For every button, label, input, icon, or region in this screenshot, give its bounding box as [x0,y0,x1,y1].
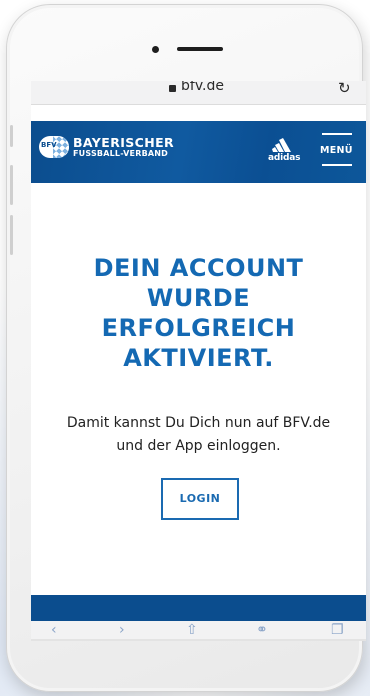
back-icon[interactable]: ‹ [51,623,57,637]
headline-line: ERFOLGREICH [101,314,296,342]
logo-badge-text: BFV [41,141,57,149]
front-camera [152,46,159,53]
logo-subtitle[interactable]: FUSSBALL-VERBAND [73,149,168,158]
menu-label: MENÜ [320,145,353,156]
adidas-stripes-icon [272,138,291,152]
tabs-icon[interactable]: ❐ [331,623,344,637]
forward-icon[interactable]: › [119,623,125,637]
reload-icon[interactable]: ↻ [338,81,351,97]
bfv-logo-icon[interactable]: BFV [39,136,69,158]
browser-toolbar: ‹ › ⇧ ⚭ ❐ [31,621,366,639]
volume-up-button [10,165,13,205]
phone-screen: bfv.de ↻ BFV BAYERISCHER FUSSBALL-VERBAN… [31,81,366,621]
address-url[interactable]: bfv.de [181,81,224,94]
screen-bottom-edge [31,639,366,641]
login-button[interactable]: LOGIN [161,478,239,520]
menu-top-line [322,133,352,135]
activation-info-text: Damit kannst Du Dich nun auf BFV.de und … [31,412,366,458]
mute-switch [10,125,13,147]
menu-button[interactable]: MENÜ [319,131,355,171]
logo-title[interactable]: BAYERISCHER [73,135,174,150]
volume-down-button [10,215,13,255]
adidas-logo: adidas [268,137,301,167]
activation-headline: DEIN ACCOUNT WURDE ERFOLGREICH AKTIVIERT… [31,253,366,373]
headline-line: AKTIVIERT. [123,344,274,372]
headline-line: WURDE [146,284,251,312]
info-line: Damit kannst Du Dich nun auf BFV.de [66,415,331,431]
earpiece-speaker [177,47,223,51]
site-header: BFV BAYERISCHER FUSSBALL-VERBAND adidas … [31,121,366,183]
share-icon[interactable]: ⇧ [186,623,198,637]
menu-bottom-line [322,164,352,166]
lock-icon [169,85,176,92]
bookmarks-icon[interactable]: ⚭ [256,623,268,637]
info-line: und der App einloggen. [116,438,281,454]
adidas-wordmark: adidas [268,153,301,163]
site-footer [31,595,366,621]
browser-address-bar[interactable]: bfv.de ↻ [31,81,366,105]
headline-line: DEIN ACCOUNT [93,254,304,282]
